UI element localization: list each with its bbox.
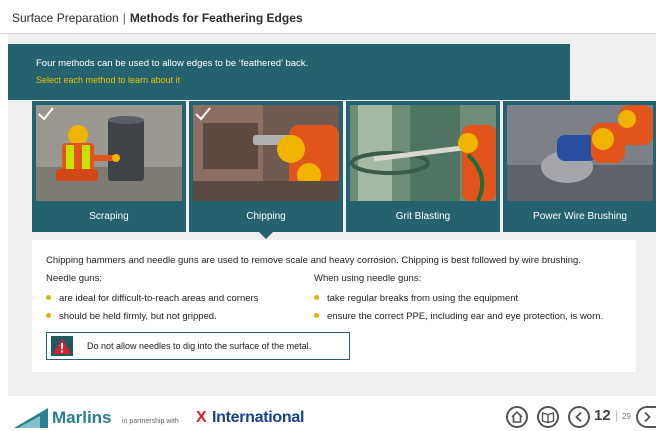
list-item: ensure the correct PPE, including ear an…	[314, 311, 603, 322]
warning-icon-box	[51, 336, 73, 356]
bullet-text: take regular breaks from using the equip…	[327, 293, 519, 304]
footer-bar: Marlins in partnership with X Internatio…	[0, 396, 656, 431]
right-column-heading: When using needle guns:	[314, 273, 422, 284]
brand-name: Marlins	[52, 408, 112, 427]
section-title: Surface Preparation	[12, 11, 119, 25]
page-current: 12	[594, 407, 611, 424]
breadcrumb: Surface Preparation | Methods for Featheri…	[12, 11, 303, 25]
checkmark-icon	[195, 107, 211, 121]
chevron-right-icon	[644, 411, 651, 423]
topic-title: Methods for Feathering Edges	[129, 11, 303, 25]
page-separator: |	[615, 408, 619, 422]
method-label: Chipping	[246, 211, 286, 222]
method-info-panel: Chipping hammers and needle guns are use…	[32, 240, 636, 372]
left-column-heading: Needle guns:	[46, 273, 102, 284]
back-button[interactable]	[568, 406, 590, 428]
checkmark-icon	[38, 107, 54, 121]
scraping-image	[36, 105, 182, 201]
page-total: 29	[622, 412, 631, 421]
grit-blasting-image	[350, 105, 496, 201]
method-label: Scraping	[89, 211, 129, 222]
info-lead-text: Chipping hammers and needle guns are use…	[46, 255, 581, 266]
glossary-button[interactable]	[537, 406, 559, 428]
intro-prompt: Select each method to learn about it	[36, 75, 181, 85]
bullet-text: ensure the correct PPE, including ear an…	[327, 311, 604, 322]
method-label: Power Wire Brushing	[533, 211, 627, 222]
method-card-power-wire-brushing[interactable]: Power Wire Brushing	[503, 101, 656, 232]
warning-callout: Do not allow needles to dig into the sur…	[46, 332, 350, 360]
list-item: take regular breaks from using the equip…	[314, 293, 518, 304]
bullet-dot	[46, 294, 51, 300]
chevron-left-icon	[575, 411, 582, 423]
home-button[interactable]	[506, 406, 528, 428]
marlins-logo-icon	[14, 408, 48, 428]
bullet-text: are ideal for difficult-to-reach areas a…	[59, 293, 259, 304]
warning-text: Do not allow needles to dig into the sur…	[87, 341, 312, 351]
book-icon	[541, 412, 555, 424]
chipping-image	[193, 105, 339, 201]
next-button[interactable]	[636, 406, 656, 428]
breadcrumb-separator: |	[122, 11, 126, 25]
partner-logo-mark: X	[196, 409, 207, 426]
bullet-dot	[314, 312, 319, 318]
partner-text: in partnership with	[122, 418, 179, 425]
method-card-scraping[interactable]: Scraping	[32, 101, 186, 232]
method-card-grit-blasting[interactable]: Grit Blasting	[346, 101, 500, 232]
partner-name: International	[212, 409, 305, 426]
home-icon	[511, 410, 523, 423]
bullet-dot	[46, 312, 51, 318]
bullet-text: should be held firmly, but not gripped.	[59, 311, 217, 322]
header-bar: Surface Preparation | Methods for Featheri…	[0, 0, 656, 36]
method-card-chipping[interactable]: Chipping	[189, 101, 343, 239]
list-item: should be held firmly, but not gripped.	[46, 311, 217, 322]
warning-triangle-icon	[53, 338, 71, 354]
intro-text: Four methods can be used to allow edges …	[36, 58, 309, 69]
power-wire-brushing-image	[507, 105, 653, 201]
intro-banner: Four methods can be used to allow edges …	[8, 44, 570, 100]
bullet-dot	[314, 294, 319, 300]
list-item: are ideal for difficult-to-reach areas a…	[46, 293, 258, 304]
method-label: Grit Blasting	[395, 211, 451, 222]
